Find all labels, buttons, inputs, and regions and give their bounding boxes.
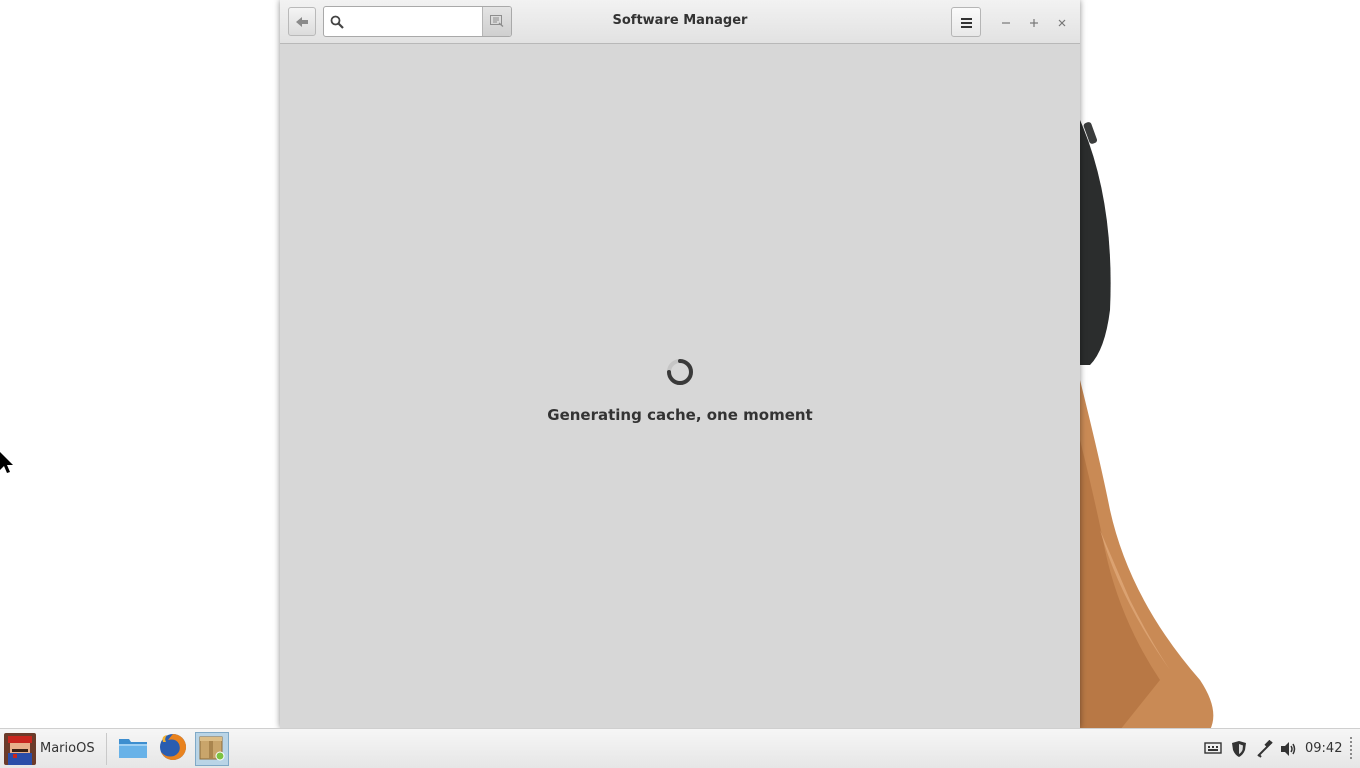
back-button[interactable] (288, 7, 316, 36)
software-manager-window: Software Manager Generating cache, one m… (280, 0, 1080, 728)
search-box[interactable] (323, 6, 512, 37)
maximize-icon (1029, 13, 1039, 32)
close-button[interactable] (1052, 12, 1072, 32)
content-area: Generating cache, one moment (280, 45, 1080, 728)
volume-icon[interactable] (1279, 739, 1299, 759)
start-menu-label: MarioOS (40, 741, 95, 756)
panel-grip-handle[interactable] (1346, 735, 1356, 763)
package-icon (198, 733, 226, 765)
header-bar: Software Manager (280, 0, 1080, 44)
minimize-button[interactable] (996, 12, 1016, 32)
close-icon (1057, 13, 1067, 32)
search-input[interactable] (350, 9, 484, 36)
network-icon[interactable] (1255, 739, 1275, 759)
maximize-button[interactable] (1024, 12, 1044, 32)
loading-spinner-icon (665, 357, 695, 387)
window-title: Software Manager (612, 13, 748, 28)
desktop-wallpaper (1060, 80, 1360, 730)
clear-search-icon (490, 12, 504, 31)
mouse-cursor-icon (0, 452, 16, 478)
firefox-launcher[interactable] (156, 732, 190, 766)
keyboard-icon[interactable] (1203, 739, 1223, 759)
back-arrow-icon (296, 12, 308, 31)
software-manager-launcher[interactable] (195, 732, 229, 766)
mario-logo-icon (4, 732, 36, 765)
minimize-icon (1001, 13, 1011, 32)
search-clear-button[interactable] (482, 7, 511, 36)
file-manager-launcher[interactable] (116, 732, 150, 766)
panel-separator (106, 733, 107, 765)
shield-icon[interactable] (1229, 739, 1249, 759)
firefox-icon (158, 732, 188, 766)
panel-clock[interactable]: 09:42 (1305, 741, 1342, 756)
taskbar: MarioOS 09:42 (0, 728, 1360, 768)
folder-icon (118, 735, 148, 763)
loading-message: Generating cache, one moment (547, 406, 813, 424)
hamburger-menu-icon (960, 13, 972, 32)
search-icon (330, 14, 344, 33)
app-menu-button[interactable] (951, 7, 981, 37)
start-menu-button[interactable]: MarioOS (0, 729, 100, 768)
